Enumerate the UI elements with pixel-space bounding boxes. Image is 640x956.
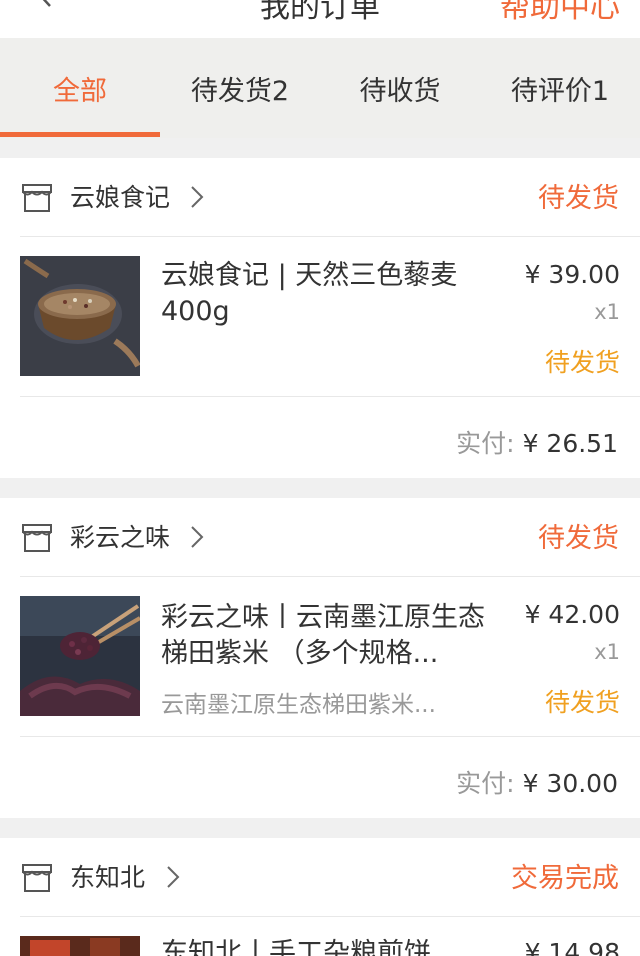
item-price: ¥ 14.98 [524, 938, 620, 956]
active-tab-indicator [0, 132, 160, 137]
order-card[interactable]: 东知北 交易完成 东知北丨手工杂粮煎饼 ¥ 14.98 [0, 838, 640, 956]
item-price: ¥ 42.00 [524, 600, 620, 629]
shop-name[interactable]: 云娘食记 [70, 178, 170, 214]
shop-name[interactable]: 彩云之味 [70, 518, 170, 554]
product-image-quinoa[interactable] [20, 256, 140, 376]
tab-all[interactable]: 全部 [0, 38, 160, 138]
product-description: 云南墨江原生态梯田紫米... [161, 692, 436, 718]
order-status: 交易完成 [511, 863, 619, 894]
item-status: 待发货 [544, 688, 620, 717]
store-icon [22, 184, 52, 212]
order-status: 待发货 [538, 183, 619, 214]
order-card[interactable]: 云娘食记 待发货 云娘食记 | 天然三色藜麦400g ¥ 39.00 x1 待发… [0, 158, 640, 478]
tab-to-ship[interactable]: 待发货2 [160, 38, 320, 138]
item-price: ¥ 39.00 [524, 260, 620, 289]
product-title[interactable]: 云娘食记 | 天然三色藜麦400g [161, 258, 496, 330]
product-title[interactable]: 彩云之味丨云南墨江原生态梯田紫米 （多个规格... [161, 600, 496, 672]
item-quantity: x1 [594, 300, 620, 324]
product-image-pancake[interactable] [20, 936, 140, 956]
order-tabs: 全部 待发货2 待收货 待评价1 [0, 38, 640, 138]
order-card[interactable]: 彩云之味 待发货 彩云之味丨云南墨江原生态梯田紫米 （多个规格... 云南墨江原… [0, 498, 640, 818]
total-value: ¥ 26.51 [522, 429, 618, 458]
item-status: 待发货 [544, 348, 620, 377]
shop-header[interactable]: 云娘食记 待发货 [0, 158, 640, 236]
order-status: 待发货 [538, 523, 619, 554]
tab-to-receive[interactable]: 待收货 [320, 38, 480, 138]
nav-bar: 我的订单 帮助中心 [0, 0, 640, 38]
order-total: 实付: ¥ 30.00 [456, 764, 618, 800]
divider [20, 916, 640, 917]
divider [20, 236, 640, 237]
item-quantity: x1 [594, 640, 620, 664]
shop-header[interactable]: 东知北 交易完成 [0, 838, 640, 916]
product-image-purple-rice[interactable] [20, 596, 140, 716]
divider [20, 396, 640, 397]
total-value: ¥ 30.00 [522, 769, 618, 798]
store-icon [22, 524, 52, 552]
shop-header[interactable]: 彩云之味 待发货 [0, 498, 640, 576]
chevron-right-icon [191, 186, 204, 208]
chevron-right-icon [167, 866, 180, 888]
total-label: 实付: [456, 769, 515, 798]
total-label: 实付: [456, 429, 515, 458]
divider [20, 576, 640, 577]
store-icon [22, 864, 52, 892]
chevron-right-icon [191, 526, 204, 548]
divider [20, 736, 640, 737]
shop-name[interactable]: 东知北 [70, 858, 145, 894]
help-center-link[interactable]: 帮助中心 [500, 0, 620, 26]
order-total: 实付: ¥ 26.51 [456, 424, 618, 460]
product-title[interactable]: 东知北丨手工杂粮煎饼 [161, 936, 496, 956]
tab-to-review[interactable]: 待评价1 [480, 38, 640, 138]
